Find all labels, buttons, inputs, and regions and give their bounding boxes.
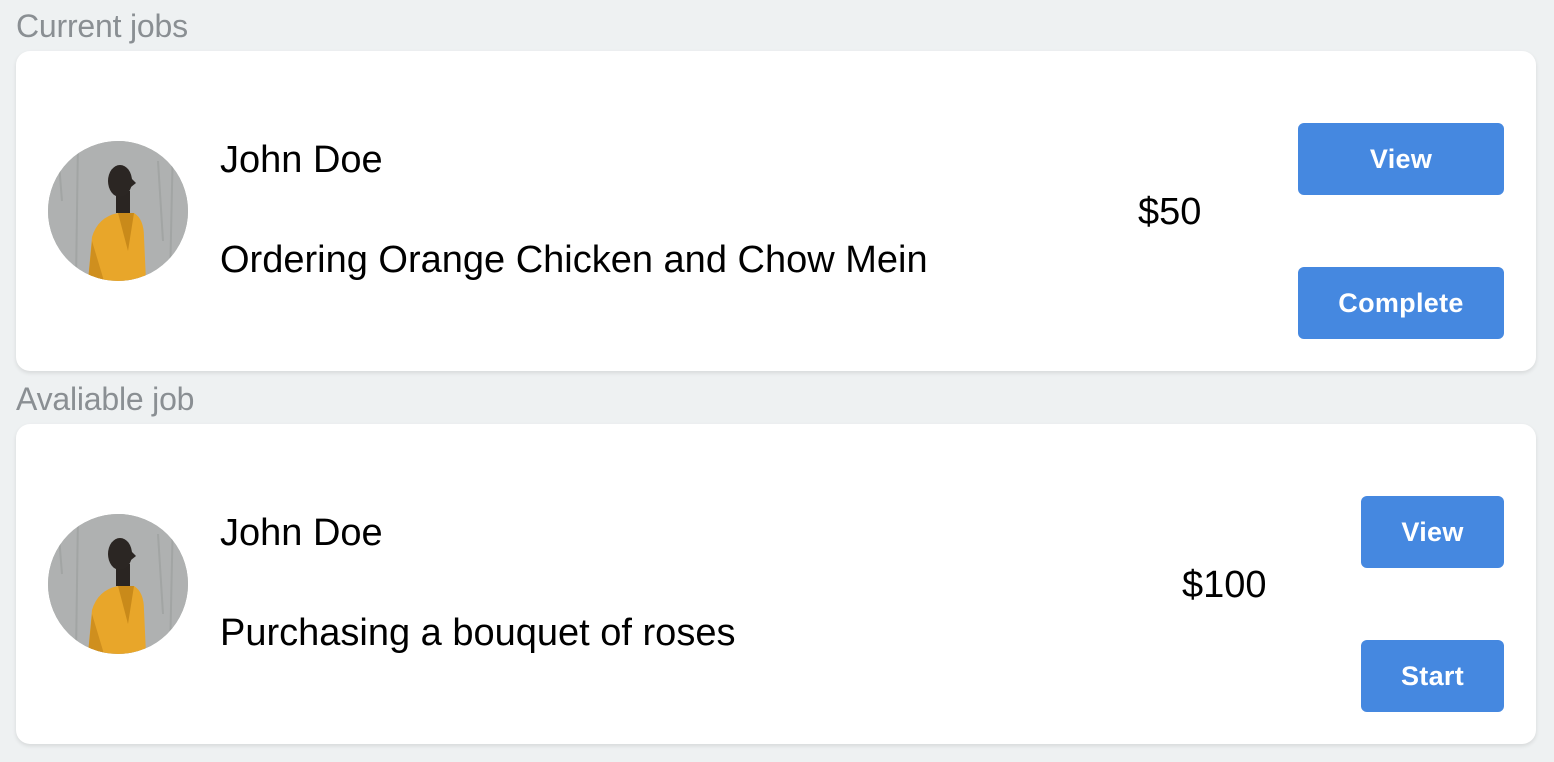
- job-client-name: John Doe: [220, 512, 383, 554]
- current-jobs-heading: Current jobs: [16, 8, 188, 44]
- view-button[interactable]: View: [1361, 496, 1504, 568]
- available-job-card: John Doe Purchasing a bouquet of roses $…: [16, 424, 1536, 744]
- person-photo-icon: [48, 514, 188, 654]
- job-price: $50: [1138, 191, 1202, 233]
- job-client-name: John Doe: [220, 139, 383, 181]
- start-button[interactable]: Start: [1361, 640, 1504, 712]
- available-job-heading: Avaliable job: [16, 381, 195, 417]
- job-board: Current jobs John Doe Ordering Orange Ch…: [0, 0, 1554, 762]
- job-price: $100: [1182, 564, 1267, 606]
- job-description: Purchasing a bouquet of roses: [220, 612, 736, 654]
- avatar: [48, 141, 188, 281]
- view-button[interactable]: View: [1298, 123, 1504, 195]
- job-description: Ordering Orange Chicken and Chow Mein: [220, 239, 928, 281]
- person-photo-icon: [48, 141, 188, 281]
- current-job-card: John Doe Ordering Orange Chicken and Cho…: [16, 51, 1536, 371]
- avatar: [48, 514, 188, 654]
- complete-button[interactable]: Complete: [1298, 267, 1504, 339]
